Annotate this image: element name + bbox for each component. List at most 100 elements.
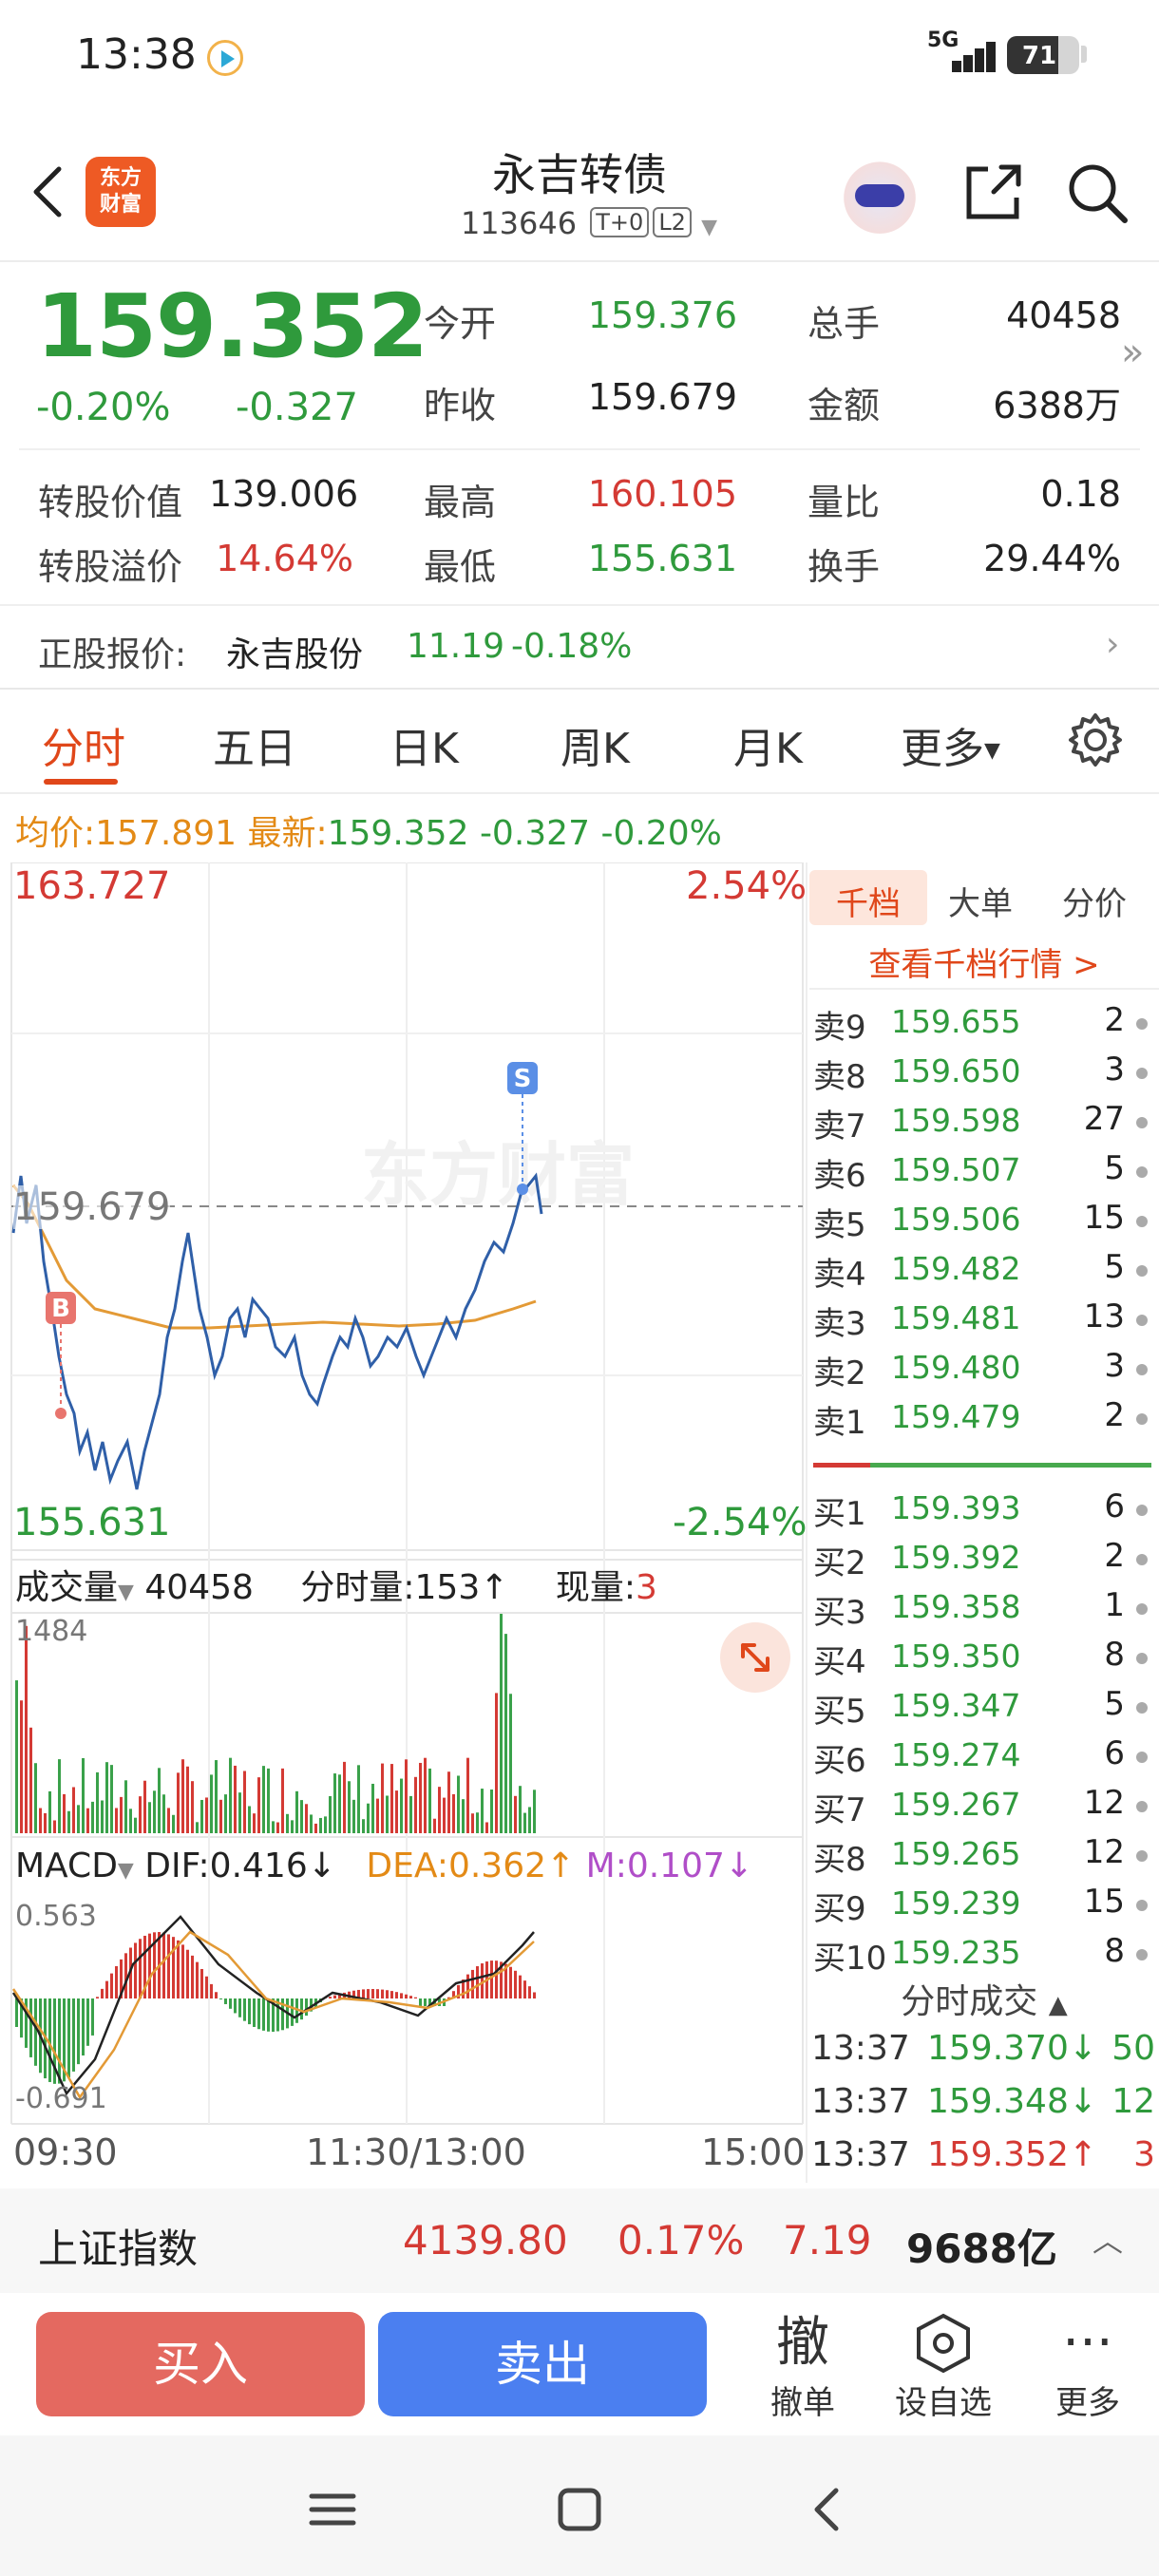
macd-bar bbox=[523, 1980, 526, 1998]
volume-bar bbox=[243, 1771, 246, 1833]
sell-button[interactable]: 卖出 bbox=[378, 2312, 707, 2416]
low-label: 最低 bbox=[424, 546, 497, 588]
chart-top-percent: 2.54% bbox=[686, 864, 808, 908]
expand-icon[interactable] bbox=[720, 1622, 790, 1693]
add-watchlist-button[interactable]: 设自选 bbox=[882, 2310, 1005, 2423]
tab-depth[interactable]: 千档 bbox=[809, 870, 927, 925]
sell-row[interactable]: 卖3 159.481 13 bbox=[809, 1297, 1159, 1347]
macd-bar bbox=[490, 1960, 493, 1998]
sell-row[interactable]: 卖1 159.479 2 bbox=[809, 1396, 1159, 1446]
tab-more[interactable]: 更多▼ bbox=[901, 714, 1000, 775]
volume-bar bbox=[58, 1759, 61, 1833]
view-depth-link[interactable]: 查看千档行情 > bbox=[809, 938, 1159, 985]
ticks-header[interactable]: 分时成交 ▲ bbox=[809, 1974, 1159, 2023]
volume-bar bbox=[210, 1774, 213, 1833]
volume-header[interactable]: 成交量▼ 40458 分时量:153↑ 现量:3 bbox=[15, 1560, 657, 1609]
volume-ratio-label: 量比 bbox=[808, 482, 881, 523]
macd-bar bbox=[386, 1990, 389, 1998]
chart-summary: 均价:157.891 最新:159.352 -0.327 -0.20% bbox=[15, 814, 722, 853]
sell-row[interactable]: 卖6 159.507 5 bbox=[809, 1149, 1159, 1199]
chevron-right-icon: › bbox=[1106, 625, 1120, 664]
sell-row[interactable]: 卖5 159.506 15 bbox=[809, 1199, 1159, 1248]
buy-row[interactable]: 买7 159.267 12 bbox=[809, 1784, 1159, 1833]
back-nav-icon[interactable] bbox=[798, 2483, 855, 2536]
macd-bar bbox=[91, 1998, 94, 2036]
volume-bar bbox=[314, 1823, 317, 1833]
volume-bar bbox=[428, 1768, 431, 1833]
search-icon[interactable] bbox=[1064, 160, 1130, 226]
cancel-order-button[interactable]: 撤 撤单 bbox=[741, 2310, 864, 2423]
tab-five-day[interactable]: 五日 bbox=[213, 714, 296, 775]
macd-bar bbox=[390, 1991, 393, 1998]
macd-bar bbox=[72, 1998, 75, 2072]
security-code[interactable]: 113646 T+0 L2 ▼ bbox=[399, 205, 779, 241]
chevron-down-icon: ▼ bbox=[701, 216, 718, 239]
buy-row[interactable]: 买6 159.274 6 bbox=[809, 1734, 1159, 1784]
more-button[interactable]: ··· 更多 bbox=[1026, 2310, 1150, 2423]
chart-bottom-percent: -2.54% bbox=[673, 1501, 808, 1544]
volume-bar bbox=[139, 1796, 142, 1833]
high-label: 最高 bbox=[424, 482, 497, 523]
gear-icon[interactable] bbox=[1066, 710, 1125, 769]
volume-bar bbox=[191, 1781, 194, 1833]
volume-bar bbox=[319, 1817, 322, 1833]
buy-row[interactable]: 买8 159.265 12 bbox=[809, 1833, 1159, 1883]
sell-row[interactable]: 卖9 159.655 2 bbox=[809, 1001, 1159, 1051]
tab-weekly-k[interactable]: 周K bbox=[560, 714, 630, 775]
volume-bar bbox=[490, 1789, 493, 1833]
tick-row: 13:37 159.348↓ 12 bbox=[811, 2082, 1155, 2121]
more-quote-arrow[interactable]: » bbox=[1121, 331, 1144, 374]
index-ticker[interactable]: 上证指数 4139.80 0.17% 7.19 9688亿 ︿ bbox=[0, 2188, 1159, 2293]
buy-row[interactable]: 买2 159.392 2 bbox=[809, 1537, 1159, 1586]
sell-row[interactable]: 卖7 159.598 27 bbox=[809, 1100, 1159, 1149]
macd-bar bbox=[148, 1933, 151, 1998]
buy-row[interactable]: 买3 159.358 1 bbox=[809, 1586, 1159, 1636]
underlying-stock-row[interactable]: 正股报价: 永吉股份 11.19 -0.18% › bbox=[0, 608, 1159, 688]
macd-bar bbox=[248, 1998, 251, 2025]
volume-bar bbox=[414, 1776, 417, 1833]
dot-icon bbox=[1136, 1653, 1148, 1664]
chevron-up-icon[interactable]: ︿ bbox=[1092, 2217, 1123, 2261]
volume-bar bbox=[267, 1768, 270, 1833]
volume-bar bbox=[181, 1759, 184, 1833]
macd-bar bbox=[181, 1944, 184, 1998]
volume-bar bbox=[72, 1787, 75, 1833]
change-percent: -0.20% bbox=[36, 386, 171, 429]
buy-row[interactable]: 买9 159.239 15 bbox=[809, 1883, 1159, 1932]
volume-bar bbox=[39, 1808, 42, 1833]
avg-price: 157.891 bbox=[95, 814, 238, 853]
buy-row[interactable]: 买5 159.347 5 bbox=[809, 1685, 1159, 1734]
tab-big-orders[interactable]: 大单 bbox=[948, 878, 1013, 924]
back-icon[interactable] bbox=[28, 163, 66, 220]
app-logo[interactable]: 东方 财富 bbox=[86, 157, 156, 227]
volume-bar bbox=[15, 1680, 18, 1833]
prev-close-value: 159.679 bbox=[587, 376, 737, 418]
tab-monthly-k[interactable]: 月K bbox=[733, 714, 803, 775]
dot-icon bbox=[1136, 1702, 1148, 1714]
index-name: 上证指数 bbox=[38, 2226, 199, 2272]
volume-bar bbox=[352, 1799, 355, 1833]
menu-icon[interactable] bbox=[304, 2483, 361, 2536]
volume-bar bbox=[528, 1807, 531, 1833]
sell-row[interactable]: 卖2 159.480 3 bbox=[809, 1347, 1159, 1396]
buy-row[interactable]: 买1 159.393 6 bbox=[809, 1487, 1159, 1537]
volume-bar bbox=[495, 1693, 498, 1833]
t0-tag: T+0 bbox=[590, 207, 650, 237]
volume-bar bbox=[405, 1759, 408, 1833]
assistant-robot-icon[interactable] bbox=[840, 154, 920, 234]
dot-icon bbox=[1136, 1216, 1148, 1227]
share-icon[interactable] bbox=[960, 160, 1026, 226]
tab-daily-k[interactable]: 日K bbox=[390, 714, 459, 775]
buy-button[interactable]: 买入 bbox=[36, 2312, 365, 2416]
sell-row[interactable]: 卖4 159.482 5 bbox=[809, 1248, 1159, 1297]
volume-bar bbox=[158, 1768, 161, 1833]
macd-header[interactable]: MACD▼ DIF:0.416↓ DEA:0.362↑ M:0.107↓ bbox=[15, 1847, 753, 1885]
home-icon[interactable] bbox=[551, 2483, 608, 2536]
macd-bar bbox=[96, 1997, 99, 1998]
tab-price-dist[interactable]: 分价 bbox=[1062, 878, 1127, 924]
macd-bar bbox=[424, 1998, 427, 2006]
buy-row[interactable]: 买4 159.350 8 bbox=[809, 1636, 1159, 1685]
sell-row[interactable]: 卖8 159.650 3 bbox=[809, 1051, 1159, 1100]
tab-intraday[interactable]: 分时 bbox=[42, 714, 125, 775]
volume-bar bbox=[205, 1797, 208, 1833]
